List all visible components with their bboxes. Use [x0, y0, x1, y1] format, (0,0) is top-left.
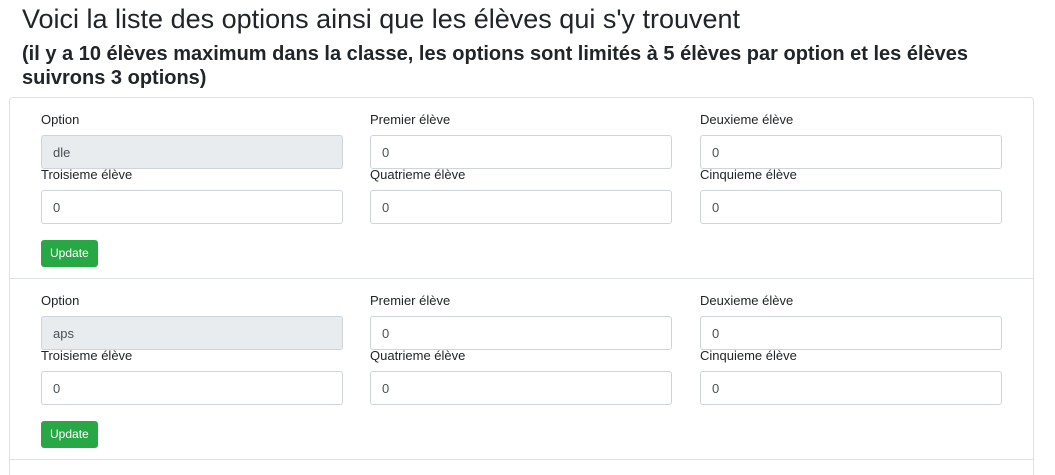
option-card: Option Premier élève Deuxieme élève Troi… [10, 98, 1033, 279]
option-input[interactable] [41, 316, 343, 350]
option-label: Option [41, 112, 80, 127]
deuxieme-eleve-input[interactable] [700, 135, 1002, 169]
premier-eleve-label: Premier élève [370, 293, 451, 308]
deuxieme-eleve-input[interactable] [700, 316, 1002, 350]
premier-eleve-input[interactable] [370, 135, 672, 169]
deuxieme-eleve-field: Deuxieme élève [700, 112, 1002, 169]
quatrieme-eleve-label: Quatrieme élève [370, 167, 466, 182]
page: Voici la liste des options ainsi que les… [0, 0, 1055, 475]
cinquieme-eleve-label: Cinquieme élève [700, 348, 797, 363]
cinquieme-eleve-input[interactable] [700, 190, 1002, 224]
quatrieme-eleve-input[interactable] [370, 190, 672, 224]
option-field: Option [41, 112, 343, 169]
option-field: Option [41, 293, 343, 350]
quatrieme-eleve-label: Quatrieme élève [370, 348, 466, 363]
troisieme-eleve-field: Troisieme élève [41, 348, 343, 405]
quatrieme-eleve-field: Quatrieme élève [370, 167, 672, 224]
deuxieme-eleve-field: Deuxieme élève [700, 293, 1002, 350]
quatrieme-eleve-field: Quatrieme élève [370, 348, 672, 405]
premier-eleve-field: Premier élève [370, 293, 672, 350]
cinquieme-eleve-field: Cinquieme élève [700, 167, 1002, 224]
page-title: Voici la liste des options ainsi que les… [22, 4, 741, 34]
cinquieme-eleve-field: Cinquieme élève [700, 348, 1002, 405]
option-label: Option [41, 293, 80, 308]
update-button[interactable]: Update [41, 421, 98, 448]
cinquieme-eleve-input[interactable] [700, 371, 1002, 405]
option-card: Option Premier élève Deuxieme élève Troi… [10, 279, 1033, 460]
options-list: Option Premier élève Deuxieme élève Troi… [9, 97, 1034, 475]
cinquieme-eleve-label: Cinquieme élève [700, 167, 797, 182]
premier-eleve-label: Premier élève [370, 112, 451, 127]
troisieme-eleve-label: Troisieme élève [41, 348, 133, 363]
option-input[interactable] [41, 135, 343, 169]
page-subtitle: (il y a 10 élèves maximum dans la classe… [22, 43, 968, 89]
update-button[interactable]: Update [41, 240, 98, 267]
troisieme-eleve-input[interactable] [41, 190, 343, 224]
troisieme-eleve-field: Troisieme élève [41, 167, 343, 224]
deuxieme-eleve-label: Deuxieme élève [700, 293, 794, 308]
troisieme-eleve-input[interactable] [41, 371, 343, 405]
deuxieme-eleve-label: Deuxieme élève [700, 112, 794, 127]
premier-eleve-field: Premier élève [370, 112, 672, 169]
quatrieme-eleve-input[interactable] [370, 371, 672, 405]
premier-eleve-input[interactable] [370, 316, 672, 350]
troisieme-eleve-label: Troisieme élève [41, 167, 133, 182]
